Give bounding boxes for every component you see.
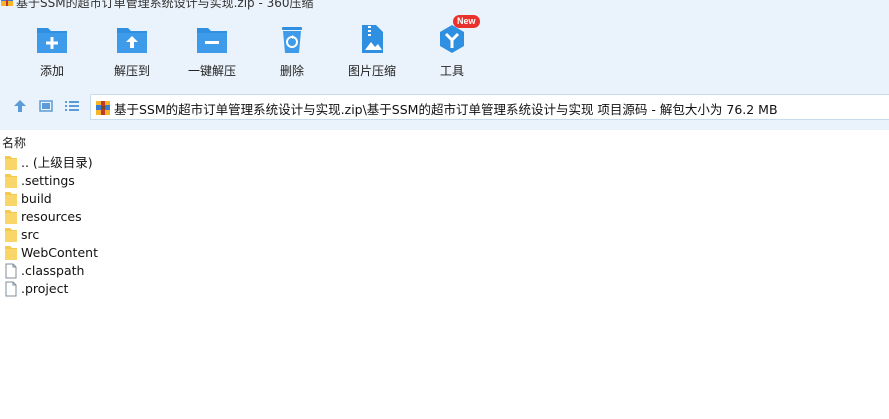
zip-archive-icon	[96, 101, 110, 115]
list-item[interactable]: .. (上级目录)	[0, 154, 889, 172]
folder-icon	[5, 192, 17, 206]
add-label: 添加	[39, 64, 64, 78]
one-click-extract-label: 一键解压	[187, 64, 236, 78]
list-item[interactable]: .settings	[0, 172, 889, 190]
column-header-name[interactable]: 名称	[2, 134, 26, 151]
item-name: src	[21, 227, 40, 242]
item-name: resources	[21, 209, 82, 224]
app-logo-icon	[1, 0, 13, 6]
one-click-extract-button[interactable]: 一键解压	[174, 22, 250, 79]
up-arrow-icon[interactable]	[12, 98, 28, 114]
item-name: .. (上级目录)	[21, 155, 93, 170]
list-item[interactable]: .classpath	[0, 262, 889, 280]
window-title: 基于SSM的超市订单管理系统设计与实现.zip - 360压缩	[16, 0, 314, 10]
title-bar: 基于SSM的超市订单管理系统设计与实现.zip - 360压缩	[0, 0, 889, 10]
file-icon	[5, 263, 17, 279]
add-icon	[37, 28, 67, 53]
folder-icon	[5, 156, 17, 170]
thumbnail-view-icon[interactable]	[38, 98, 54, 114]
list-view-icon[interactable]	[64, 98, 80, 114]
image-compress-label: 图片压缩	[347, 64, 396, 78]
list-item[interactable]: .project	[0, 280, 889, 298]
item-name: WebContent	[21, 245, 98, 260]
folder-icon	[5, 174, 17, 188]
folder-icon	[5, 210, 17, 224]
extract-to-icon	[117, 28, 147, 53]
file-icon	[5, 281, 17, 297]
address-row: 基于SSM的超市订单管理系统设计与实现.zip\基于SSM的超市订单管理系统设计…	[0, 92, 889, 120]
image-compress-button[interactable]: 图片压缩	[334, 22, 410, 79]
list-item[interactable]: WebContent	[0, 244, 889, 262]
tools-icon-wrap: New	[435, 15, 480, 56]
address-bar[interactable]: 基于SSM的超市订单管理系统设计与实现.zip\基于SSM的超市订单管理系统设计…	[90, 94, 889, 120]
image-compress-icon	[362, 25, 383, 53]
top-panel: 基于SSM的超市订单管理系统设计与实现.zip - 360压缩 添加 解压到 一…	[0, 0, 889, 130]
folder-icon	[5, 228, 17, 242]
tools-label: 工具	[439, 64, 464, 78]
delete-label: 删除	[279, 64, 304, 78]
extract-to-label: 解压到	[113, 64, 150, 78]
one-click-extract-icon	[197, 28, 227, 53]
item-name: build	[21, 191, 52, 206]
toolbar: 添加 解压到 一键解压 删除 图片压缩 New 工具	[0, 15, 889, 82]
add-button[interactable]: 添加	[14, 22, 90, 79]
delete-icon	[282, 27, 302, 53]
new-badge: New	[453, 15, 480, 28]
list-item[interactable]: resources	[0, 208, 889, 226]
item-name: .classpath	[21, 263, 85, 278]
item-name: .project	[21, 281, 69, 296]
folder-icon	[5, 246, 17, 260]
list-item[interactable]: src	[0, 226, 889, 244]
list-header: 名称	[0, 130, 889, 150]
address-path: 基于SSM的超市订单管理系统设计与实现.zip\基于SSM的超市订单管理系统设计…	[114, 102, 778, 117]
extract-to-button[interactable]: 解压到	[94, 22, 170, 79]
list-item[interactable]: build	[0, 190, 889, 208]
delete-button[interactable]: 删除	[254, 22, 330, 79]
tools-button[interactable]: New 工具	[414, 15, 490, 79]
item-name: .settings	[21, 173, 75, 188]
file-list: .. (上级目录) .settings build resources src …	[0, 154, 889, 298]
